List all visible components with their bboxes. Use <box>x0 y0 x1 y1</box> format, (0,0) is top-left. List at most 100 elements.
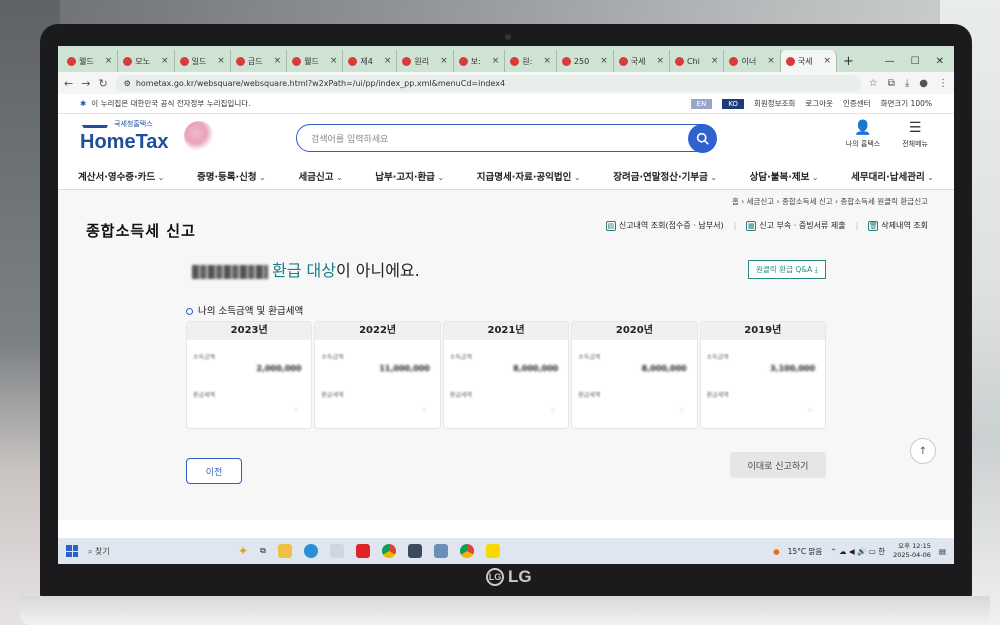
browser-tab[interactable]: 원리 × <box>397 50 454 72</box>
download-icon[interactable]: ⤓ <box>905 78 909 89</box>
attachments-label: 신고 부속 · 증빙서류 제출 <box>759 221 846 230</box>
filing-history-link[interactable]: ▤ 신고내역 조회(접수증 · 납부서) <box>605 220 724 231</box>
search-button[interactable] <box>688 124 717 153</box>
deleted-history-link[interactable]: 🗑 삭제내역 조회 <box>868 220 928 231</box>
cert-center-link[interactable]: 인증센터 <box>843 98 871 109</box>
file-explorer-icon[interactable] <box>277 544 292 558</box>
main-content: 홈 › 세금신고 › 종합소득세 신고 › 종합소득세 원클릭 환급신고 종합소… <box>58 190 954 520</box>
site-info-icon[interactable]: ⚙ <box>124 79 131 88</box>
tab-close-icon[interactable]: × <box>330 56 338 66</box>
tab-close-icon[interactable]: × <box>656 56 664 66</box>
search-icon: ⌕ <box>88 546 93 556</box>
logout-link[interactable]: 로그아웃 <box>805 98 833 109</box>
browser-tab[interactable]: 금드 × <box>231 50 288 72</box>
chrome-icon[interactable] <box>381 544 396 558</box>
nav-item-payment[interactable]: 납부·고지·환급 <box>375 169 444 183</box>
nav-item-certificate[interactable]: 증명·등록·신청 <box>197 169 266 183</box>
lg-logo: LG LG <box>486 566 546 588</box>
site-header: 국세청홈택스 HomeTax 검색어를 입력하세요 👤 나의 홈택스 ☰ 전체메… <box>58 114 954 162</box>
income-label: 소득금액 <box>193 354 216 361</box>
browser-tab[interactable]: 보: × <box>454 50 506 72</box>
tab-close-icon[interactable]: × <box>440 56 448 66</box>
browser-tab[interactable]: 국세 × <box>780 50 838 72</box>
browser-tab[interactable]: 250 × <box>557 50 614 72</box>
scroll-top-button[interactable]: ↑ <box>910 438 936 464</box>
chrome-icon[interactable] <box>459 544 474 558</box>
tab-close-icon[interactable]: × <box>161 56 169 66</box>
notification-icon[interactable]: ▤ <box>939 547 946 556</box>
calculator-icon[interactable] <box>407 544 422 558</box>
nav-item-statements[interactable]: 지급명세·자료·공익법인 <box>477 169 581 183</box>
income-label: 소득금액 <box>321 354 344 361</box>
file-as-is-button[interactable]: 이대로 신고하기 <box>730 452 826 478</box>
browser-tab[interactable]: Chi × <box>670 50 725 72</box>
nav-item-incentives[interactable]: 장려금·연말정산·기부금 <box>613 169 717 183</box>
back-icon[interactable]: ← <box>64 77 73 90</box>
refund-qa-button[interactable]: 원클릭 환급 Q&A ⤓ <box>748 260 826 279</box>
browser-tab[interactable]: 모노 × <box>118 50 175 72</box>
tab-close-icon[interactable]: × <box>217 56 225 66</box>
youtube-icon[interactable] <box>355 544 370 558</box>
tab-close-icon[interactable]: × <box>384 56 392 66</box>
weather-text[interactable]: 15°C 맑음 <box>788 546 823 557</box>
taskbar-apps: ✦ ⧉ <box>238 544 500 558</box>
member-info-link[interactable]: 회원정보조회 <box>754 98 795 109</box>
forward-icon[interactable]: → <box>81 77 90 90</box>
year-heading: 2023년 <box>187 322 312 340</box>
edge-icon[interactable] <box>303 544 318 558</box>
browser-tab[interactable]: 웰드 × <box>62 50 119 72</box>
profile-icon[interactable]: ● <box>919 78 928 89</box>
tray-icons[interactable]: ⌃ ☁ ◀ 🔊 ▭ 한 <box>830 546 885 557</box>
nav-item-agent[interactable]: 세무대리·납세관리 <box>851 169 934 183</box>
system-tray: ● 15°C 맑음 ⌃ ☁ ◀ 🔊 ▭ 한 오후 12:15 2025-04-0… <box>773 542 946 560</box>
tab-close-icon[interactable]: × <box>600 56 608 66</box>
kakaotalk-icon[interactable] <box>485 544 500 558</box>
weather-icon: ● <box>773 546 780 556</box>
windows-taskbar: ⌕ 찾기 ✦ ⧉ ● 15°C 맑음 ⌃ ☁ ◀ 🔊 ▭ 한 오후 12:15 … <box>58 538 954 564</box>
lang-badge-active[interactable]: KO <box>722 98 744 109</box>
reload-icon[interactable]: ↻ <box>98 77 107 90</box>
windows-start-icon[interactable] <box>66 545 78 557</box>
prev-button[interactable]: 이전 <box>186 458 242 484</box>
browser-tab[interactable]: 일드 × <box>175 50 231 72</box>
browser-tab[interactable]: 국세 × <box>614 50 671 72</box>
browser-menu-icon[interactable]: ⋮ <box>938 78 948 89</box>
taskbar-search[interactable]: ⌕ 찾기 <box>88 546 198 557</box>
tab-close-icon[interactable]: × <box>767 56 775 66</box>
task-view-icon[interactable]: ⧉ <box>260 546 266 556</box>
nav-item-tax-filing[interactable]: 세금신고 <box>298 169 342 183</box>
url-bar[interactable]: ⚙ hometax.go.kr/websquare/websquare.html… <box>115 74 861 92</box>
tab-close-icon[interactable]: × <box>823 56 831 66</box>
maximize-icon[interactable]: ☐ <box>911 56 920 67</box>
tab-close-icon[interactable]: × <box>543 56 551 66</box>
nav-item-consult[interactable]: 상담·불복·제보 <box>750 169 819 183</box>
hometax-logo[interactable]: 국세청홈택스 HomeTax <box>78 120 214 154</box>
nav-item-invoice[interactable]: 계산서·영수증·카드 <box>78 169 164 183</box>
tab-close-icon[interactable]: × <box>105 56 113 66</box>
bookmark-star-icon[interactable]: ☆ <box>869 78 878 89</box>
copilot-icon[interactable]: ✦ <box>238 544 248 558</box>
browser-tab[interactable]: 웰드 × <box>287 50 344 72</box>
attachments-link[interactable]: ▦ 신고 부속 · 증빙서류 제출 <box>746 220 846 231</box>
close-window-icon[interactable]: ✕ <box>936 56 944 67</box>
new-tab-button[interactable]: + <box>837 50 860 72</box>
tab-close-icon[interactable]: × <box>274 56 282 66</box>
clock[interactable]: 오후 12:15 2025-04-06 <box>893 542 931 560</box>
app-icon[interactable] <box>433 544 448 558</box>
my-hometax-button[interactable]: 👤 나의 홈택스 <box>846 120 880 149</box>
refund-label: 환급세액 <box>193 392 216 399</box>
tab-close-icon[interactable]: × <box>711 56 719 66</box>
refund-value: - <box>808 406 812 414</box>
browser-tab[interactable]: 원: × <box>505 50 557 72</box>
zoom-link[interactable]: 화면크기 100% <box>881 98 932 109</box>
lang-badge[interactable]: EN <box>690 98 713 109</box>
minimize-icon[interactable]: — <box>885 56 895 67</box>
extensions-icon[interactable]: ⧉ <box>888 78 895 89</box>
browser-tab[interactable]: 이너 × <box>724 50 781 72</box>
search-input[interactable]: 검색어를 입력하세요 <box>296 124 717 153</box>
tab-close-icon[interactable]: × <box>492 56 500 66</box>
app-icon[interactable] <box>329 544 344 558</box>
logo-subtitle: 국세청홈택스 <box>114 119 153 128</box>
browser-tab[interactable]: 제4 × <box>343 50 398 72</box>
all-menu-button[interactable]: ☰ 전체메뉴 <box>902 120 928 149</box>
